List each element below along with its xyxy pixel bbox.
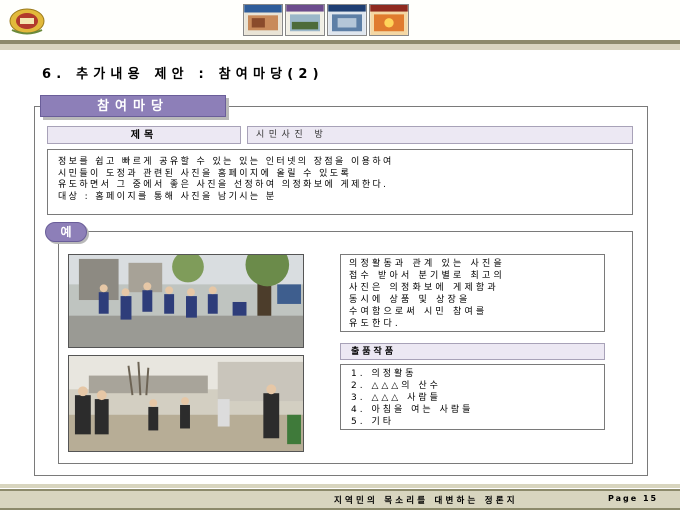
section-title: 6. 추가내용 제안 : 참여마당(2) (42, 67, 324, 82)
magazine-thumbnails (243, 4, 409, 38)
description-line: 유도하면서 그 중에서 좋은 사진을 선정하여 의정화보에 게제한다. (58, 180, 389, 190)
entries-label: 출품작품 (340, 343, 605, 360)
tree-planting-photo (68, 355, 304, 452)
explanation-line: 동시에 상품 및 상장을 (349, 295, 471, 305)
magazine-cover-thumbnail (243, 4, 283, 36)
explanation-line: 사진은 의정화보에 게제함과 (349, 283, 499, 293)
explanation-line: 수여함으로써 시민 참여를 (349, 307, 488, 317)
page-number: Page 15 (608, 494, 659, 503)
participation-tab-label: 참여마당 (40, 95, 226, 117)
entries-list: 1. 의정활동 2. △△△의 산수 3. △△△ 사람들 4. 아침을 여는 … (340, 364, 605, 430)
magazine-cover-thumbnail (285, 4, 325, 36)
entry-item: 5. 기타 (351, 417, 395, 427)
entry-item: 3. △△△ 사람들 (351, 393, 441, 403)
magazine-cover-thumbnail (369, 4, 409, 36)
entry-item: 2. △△△의 산수 (351, 381, 441, 391)
description-line: 대상 : 홈페이지를 통해 사진을 남기시는 분 (58, 191, 277, 202)
footer-slogan: 지역민의 목소리를 대변하는 정론지 (334, 496, 518, 506)
magazine-cover-thumbnail (327, 4, 367, 36)
example-badge: 예 (45, 222, 87, 242)
street-cleanup-photo (68, 254, 304, 348)
entry-item: 4. 아침을 여는 사람들 (351, 405, 474, 415)
council-emblem-icon (9, 8, 45, 35)
explanation-line: 의정활동과 관계 있는 사진을 (349, 259, 505, 269)
explanation-line: 유도한다. (349, 319, 401, 329)
explanation-box: 의정활동과 관계 있는 사진을 접수 받아서 분기별로 최고의 사진은 의정화보… (340, 254, 605, 332)
entry-item: 1. 의정활동 (351, 369, 417, 379)
title-field-value: 시민사진 방 (247, 126, 633, 144)
description-box: 정보를 쉽고 빠르게 공유할 수 있는 있는 인터넷의 장점을 이용하여 시민들… (47, 149, 633, 215)
explanation-line: 접수 받아서 분기별로 최고의 (349, 271, 505, 281)
description-line: 정보를 쉽고 빠르게 공유할 수 있는 있는 인터넷의 장점을 이용하여 (58, 157, 394, 167)
description-line: 시민들이 도정과 관련된 사진을 홈페이지에 올릴 수 있도록 (58, 168, 352, 179)
title-field-label: 제목 (47, 126, 241, 144)
header-divider (0, 44, 680, 50)
footer-divider (0, 484, 680, 488)
